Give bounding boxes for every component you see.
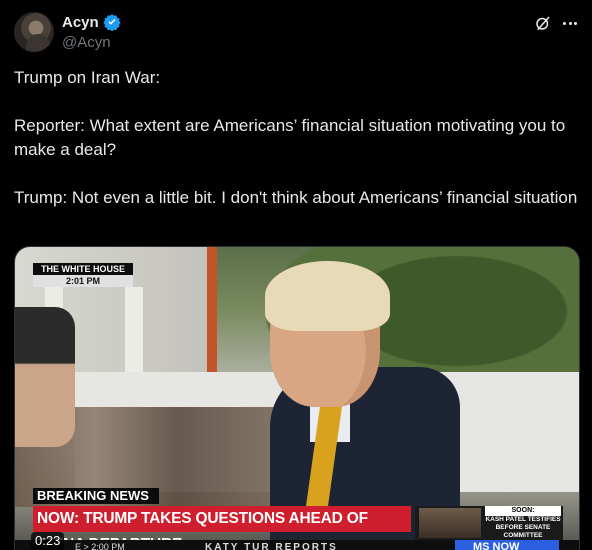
video-player[interactable]: THE WHITE HOUSE 2:01 PM BREAKING NEWS NO… (14, 246, 580, 550)
soon-text: KASH PATEL TESTIFIES BEFORE SENATE COMMI… (485, 516, 561, 539)
location-time: 2:01 PM (33, 275, 133, 287)
chyron-headline: NOW: TRUMP TAKES QUESTIONS AHEAD OF CHIN… (33, 506, 411, 550)
ticker-bar: E > 2:00 PM KATY TUR REPORTS MS NOW (15, 540, 579, 550)
tweet-line: Reporter: What extent are Americans’ fin… (14, 116, 566, 159)
soon-box: SOON: KASH PATEL TESTIFIES BEFORE SENATE… (415, 506, 563, 540)
ticker-time: E > 2:00 PM (75, 542, 125, 550)
more-icon[interactable] (560, 14, 580, 32)
background-pole (207, 247, 217, 382)
verified-badge-icon (103, 14, 121, 31)
tweet-line: Trump on Iran War: (14, 68, 161, 87)
video-duration: 0:23 (31, 532, 65, 550)
reporter-phone (15, 307, 75, 447)
show-name: KATY TUR REPORTS (205, 542, 338, 550)
name-row: Acyn (62, 12, 121, 32)
display-name[interactable]: Acyn (62, 14, 99, 31)
avatar[interactable] (14, 12, 54, 52)
breaking-news-label: BREAKING NEWS (33, 488, 159, 504)
tweet-line: Trump: Not even a little bit. I don't th… (14, 188, 578, 207)
tweet-text: Trump on Iran War: Reporter: What extent… (14, 66, 580, 210)
soon-label: SOON: (485, 506, 561, 516)
tweet-header: Acyn @Acyn (14, 12, 580, 54)
network-logo: MS NOW (455, 540, 559, 550)
handle[interactable]: @Acyn (62, 34, 111, 51)
grok-icon[interactable] (534, 14, 552, 32)
soon-thumbnail (419, 508, 481, 538)
